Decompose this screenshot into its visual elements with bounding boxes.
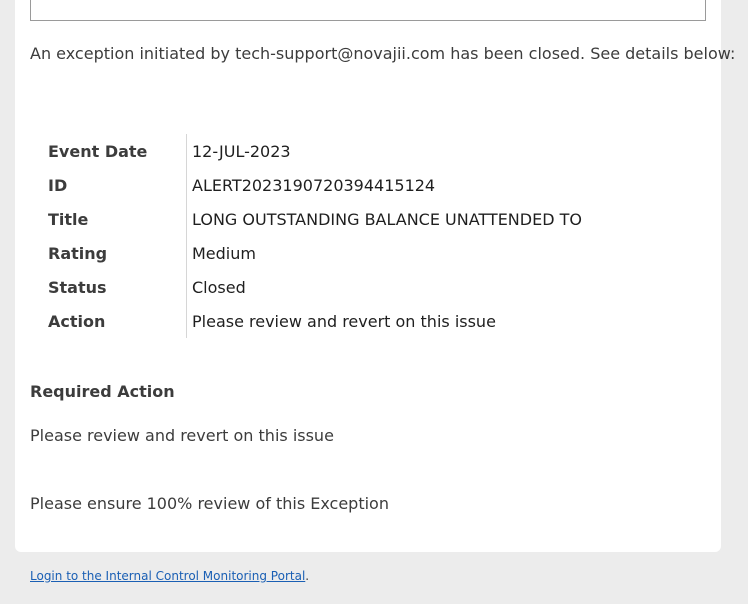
detail-label: Rating — [42, 236, 187, 270]
footer-suffix: . — [305, 569, 310, 583]
table-row: Action Please review and revert on this … — [42, 304, 582, 338]
table-row: Status Closed — [42, 270, 582, 304]
table-row: Event Date 12-JUL-2023 — [42, 134, 582, 168]
footer: Login to the Internal Control Monitoring… — [30, 569, 309, 583]
detail-value: ALERT2023190720394415124 — [192, 175, 436, 195]
table-row: ID ALERT2023190720394415124 — [42, 168, 582, 202]
intro-text: An exception initiated by tech-support@n… — [30, 44, 736, 63]
details-table: Event Date 12-JUL-2023 ID ALERT202319072… — [42, 134, 582, 338]
top-content-box — [30, 0, 706, 21]
table-row: Rating Medium — [42, 236, 582, 270]
detail-label: Status — [42, 270, 187, 304]
detail-label: Title — [42, 202, 187, 236]
detail-label: Action — [42, 304, 187, 338]
portal-login-link[interactable]: Login to the Internal Control Monitoring… — [30, 569, 305, 583]
detail-label: Event Date — [42, 134, 187, 168]
detail-value: Closed — [192, 277, 246, 297]
detail-value: Medium — [192, 243, 256, 263]
detail-label: ID — [42, 168, 187, 202]
detail-value: LONG OUTSTANDING BALANCE UNATTENDED TO — [192, 209, 582, 229]
ensure-review-text: Please ensure 100% review of this Except… — [30, 494, 389, 513]
required-action-heading: Required Action — [30, 382, 175, 401]
detail-value: Please review and revert on this issue — [192, 311, 496, 331]
table-row: Title LONG OUTSTANDING BALANCE UNATTENDE… — [42, 202, 582, 236]
required-action-text: Please review and revert on this issue — [30, 426, 334, 445]
email-card: An exception initiated by tech-support@n… — [15, 0, 735, 552]
detail-value: 12-JUL-2023 — [192, 141, 291, 161]
